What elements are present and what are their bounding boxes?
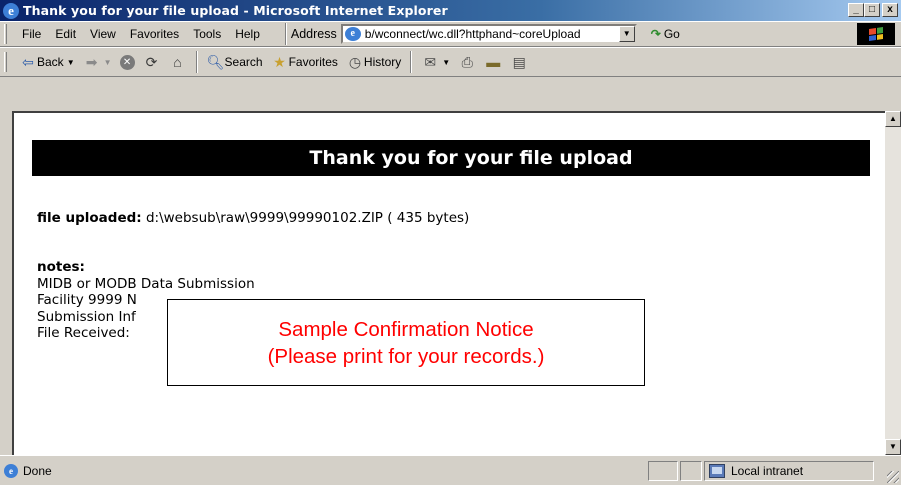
- intranet-icon: [709, 463, 725, 478]
- history-button[interactable]: ◷ History: [342, 53, 405, 71]
- notes-label: notes:: [37, 259, 85, 275]
- title-bar[interactable]: e Thank you for your file upload - Micro…: [0, 0, 901, 21]
- home-icon: ⌂: [173, 54, 182, 70]
- ie-logo-icon: e: [3, 2, 19, 19]
- status-main-panel: e Done: [4, 461, 646, 481]
- edit-button[interactable]: ▬: [480, 53, 506, 71]
- edit-icon: ▬: [486, 54, 501, 70]
- status-panel: [680, 460, 702, 481]
- mail-button[interactable]: ✉ ▼: [417, 53, 454, 71]
- print-button[interactable]: ⎙: [454, 53, 480, 71]
- file-uploaded-label: file uploaded:: [37, 210, 142, 226]
- search-button[interactable]: 🔍︎ Search: [203, 53, 267, 71]
- confirmation-callout: Sample Confirmation Notice (Please print…: [167, 299, 645, 386]
- windows-logo-icon: [857, 23, 895, 45]
- favorites-label: Favorites: [288, 55, 338, 69]
- refresh-icon: ⟳: [145, 54, 158, 70]
- forward-button[interactable]: ➡ ▼: [79, 53, 116, 71]
- refresh-button[interactable]: ⟳: [139, 53, 165, 71]
- stop-icon: ✕: [119, 54, 135, 70]
- discuss-button[interactable]: ▤: [506, 53, 532, 71]
- toolbar-separator: [410, 51, 413, 73]
- back-arrow-icon: ⇦: [22, 54, 34, 70]
- back-button[interactable]: ⇦ Back ▼: [15, 53, 79, 71]
- chevron-down-icon[interactable]: ▼: [104, 58, 112, 67]
- menu-file[interactable]: File: [15, 27, 48, 41]
- menu-tools[interactable]: Tools: [186, 27, 228, 41]
- mail-icon: ✉: [424, 54, 437, 70]
- discuss-icon: ▤: [512, 54, 526, 70]
- zone-label: Local intranet: [731, 463, 804, 478]
- go-label: Go: [663, 27, 680, 41]
- status-text: Done: [23, 463, 52, 478]
- history-label: History: [363, 55, 402, 69]
- stop-button[interactable]: ✕: [116, 54, 139, 70]
- callout-line-2: (Please print for your records.): [267, 344, 545, 368]
- scroll-down-icon[interactable]: ▼: [885, 439, 901, 455]
- menu-help[interactable]: Help: [228, 27, 267, 41]
- favorites-button[interactable]: ★ Favorites: [267, 53, 342, 71]
- go-button[interactable]: ↷ Go: [651, 27, 680, 41]
- window-controls: _ □ x: [848, 3, 898, 17]
- scroll-up-icon[interactable]: ▲: [885, 111, 901, 127]
- page-viewport[interactable]: Thank you for your file upload file uplo…: [12, 111, 901, 455]
- history-icon: ◷: [348, 54, 362, 70]
- menu-bar: File Edit View Favorites Tools Help Addr…: [0, 21, 901, 47]
- minimize-button[interactable]: _: [848, 3, 864, 17]
- file-uploaded-value: d:\websub\raw\9999\99990102.ZIP ( 435 by…: [145, 210, 470, 226]
- address-input[interactable]: b/wconnect/wc.dll?httphand~coreUpload: [365, 27, 617, 41]
- toolbar-grip[interactable]: [4, 24, 7, 44]
- chevron-down-icon[interactable]: ▼: [442, 58, 450, 67]
- address-dropdown-icon[interactable]: ▼: [618, 26, 635, 42]
- file-uploaded-line: file uploaded: d:\websub\raw\9999\999901…: [37, 210, 469, 226]
- toolbar-separator: [195, 51, 198, 73]
- menu-view[interactable]: View: [83, 27, 123, 41]
- callout-line-1: Sample Confirmation Notice: [278, 317, 534, 341]
- menu-separator: [284, 23, 287, 45]
- status-panel: [648, 460, 678, 481]
- security-zone[interactable]: Local intranet: [704, 460, 874, 481]
- address-bar[interactable]: e b/wconnect/wc.dll?httphand~coreUpload …: [340, 24, 637, 44]
- maximize-button[interactable]: □: [864, 3, 880, 17]
- standard-toolbar: ⇦ Back ▼ ➡ ▼ ✕ ⟳ ⌂ 🔍︎ Search ★ Favorites…: [0, 47, 901, 77]
- chevron-down-icon[interactable]: ▼: [67, 58, 75, 67]
- page-done-icon: e: [4, 463, 18, 478]
- back-label: Back: [37, 55, 64, 69]
- address-label: Address: [290, 27, 337, 41]
- notes-line: MIDB or MODB Data Submission: [37, 275, 255, 292]
- page-title: Thank you for your file upload: [32, 140, 870, 176]
- vertical-scrollbar[interactable]: ▲ ▼: [885, 111, 901, 455]
- go-arrow-icon: ↷: [650, 27, 661, 41]
- forward-arrow-icon: ➡: [85, 54, 98, 70]
- status-bar: e Done Local intranet: [0, 455, 901, 485]
- resize-grip-icon[interactable]: [887, 471, 899, 483]
- content-left-gutter: [0, 111, 12, 455]
- menu-edit[interactable]: Edit: [48, 27, 83, 41]
- search-label: Search: [224, 55, 263, 69]
- favorites-icon: ★: [273, 54, 286, 70]
- window-title: Thank you for your file upload - Microso…: [23, 3, 448, 18]
- close-button[interactable]: x: [882, 3, 898, 17]
- page-icon: e: [344, 27, 361, 41]
- menu-favorites[interactable]: Favorites: [123, 27, 186, 41]
- content-top-gutter: [0, 77, 901, 111]
- home-button[interactable]: ⌂: [165, 53, 191, 71]
- toolbar-grip[interactable]: [4, 52, 7, 72]
- print-icon: ⎙: [461, 54, 473, 70]
- search-icon: 🔍︎: [206, 54, 225, 70]
